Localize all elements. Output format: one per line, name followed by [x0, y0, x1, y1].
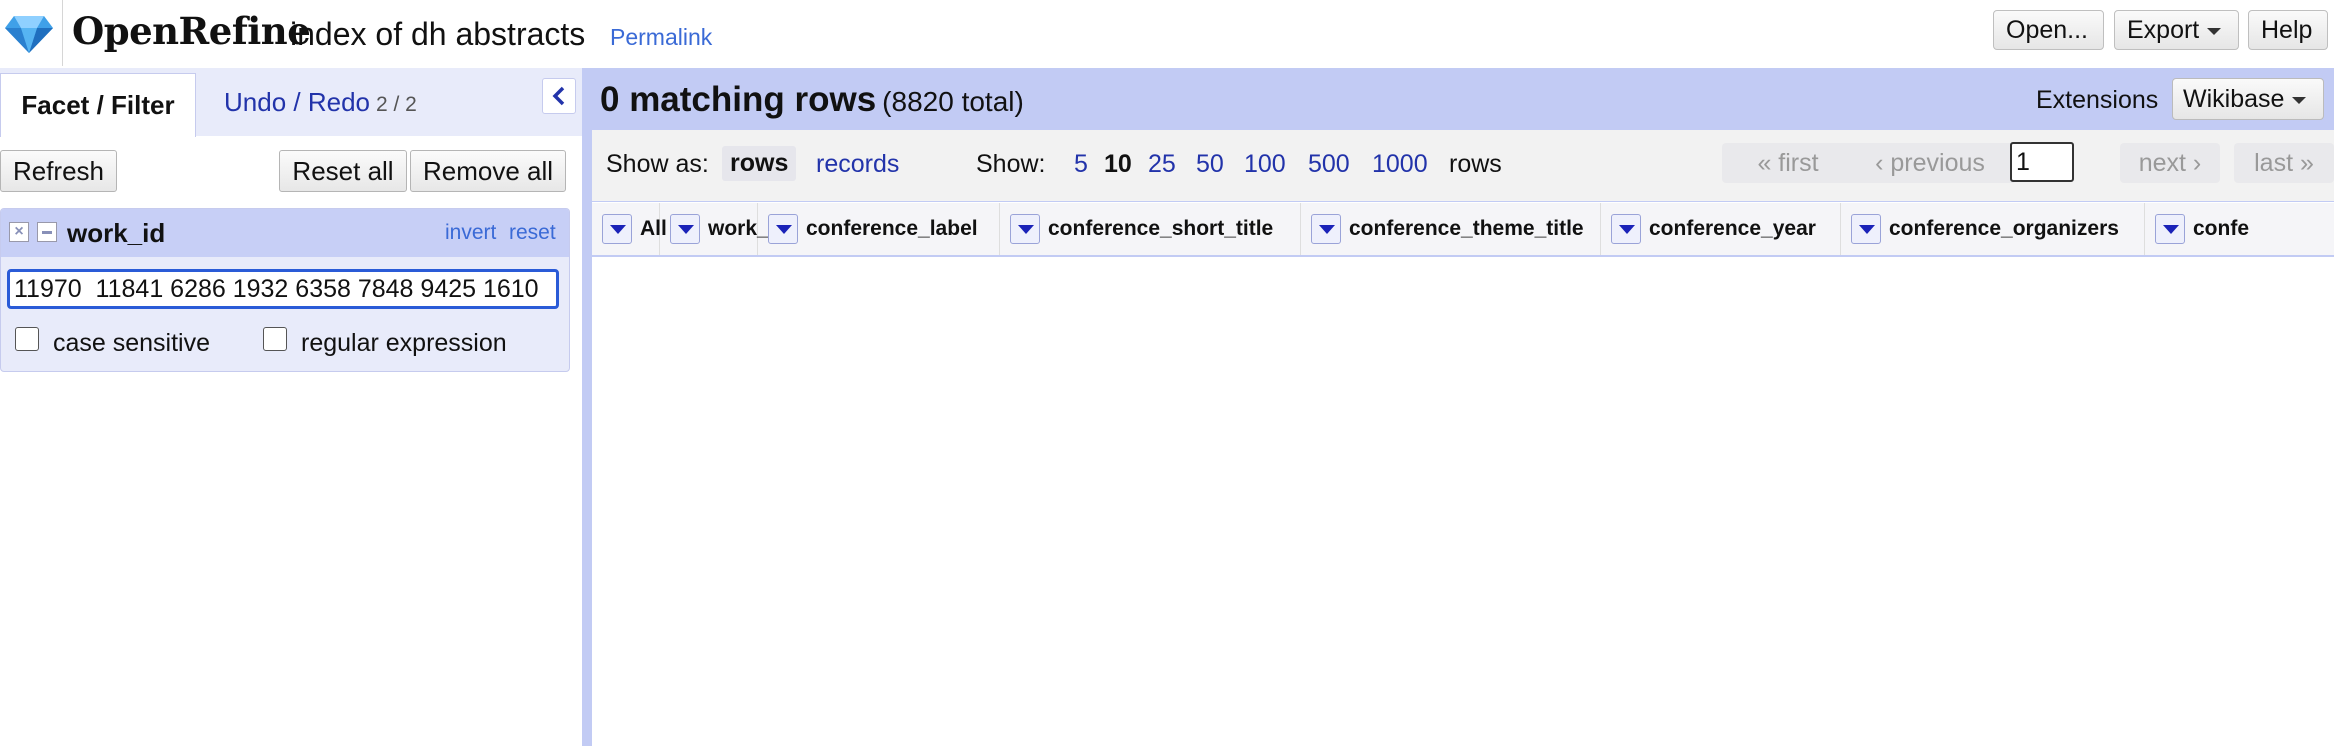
page-size-1000[interactable]: 1000	[1372, 150, 1428, 179]
column-header-conference-truncated[interactable]: confe	[2145, 203, 2334, 255]
column-menu-icon[interactable]	[1611, 214, 1641, 244]
chevron-down-icon	[2207, 28, 2222, 35]
matching-rows-text: 0 matching rows	[600, 80, 877, 119]
page-size-100[interactable]: 100	[1244, 150, 1286, 179]
column-header-all[interactable]: All	[592, 203, 667, 255]
page-size-25[interactable]: 25	[1148, 150, 1176, 179]
column-header-conference-short-title[interactable]: conference_short_title	[1000, 203, 1301, 255]
table-header-row: All work_id conference_label conference_…	[592, 203, 2334, 257]
data-view-panel: 0 matching rows (8820 total) Extensions W…	[582, 68, 2334, 746]
page-size-50[interactable]: 50	[1196, 150, 1224, 179]
column-menu-icon[interactable]	[2155, 214, 2185, 244]
page-size-5[interactable]: 5	[1074, 150, 1088, 179]
export-button[interactable]: Export	[2114, 10, 2239, 50]
column-label: confe	[2193, 217, 2250, 240]
column-header-conference-year[interactable]: conference_year	[1601, 203, 1841, 255]
column-label: conference_short_title	[1048, 217, 1274, 240]
column-label: conference_label	[806, 217, 978, 240]
column-menu-icon[interactable]	[1010, 214, 1040, 244]
column-menu-icon[interactable]	[602, 214, 632, 244]
reset-all-button-label: Reset all	[292, 155, 394, 186]
first-page-button[interactable]: « first	[1722, 143, 1854, 183]
refresh-button-label: Refresh	[12, 155, 105, 186]
facet-filter-input[interactable]	[7, 269, 559, 309]
tab-undo-redo-label: Undo / Redo	[224, 87, 370, 117]
column-header-work-id[interactable]: work_id	[660, 203, 787, 255]
facet-invert-link[interactable]: invert	[445, 221, 496, 245]
close-icon[interactable]: ×	[9, 222, 29, 242]
facet-reset-link[interactable]: reset	[509, 221, 556, 245]
collapse-panel-button[interactable]	[542, 78, 576, 114]
next-page-button[interactable]: next ›	[2120, 143, 2220, 183]
undo-redo-count: 2 / 2	[375, 93, 417, 116]
tab-undo-redo[interactable]: Undo / Redo 2 / 2	[224, 87, 417, 118]
page-number-value: 1	[2016, 147, 2030, 176]
column-header-conference-theme-title[interactable]: conference_theme_title	[1301, 203, 1601, 255]
logo-divider	[62, 0, 63, 66]
help-button-label: Help	[2261, 15, 2313, 44]
summary-bar: 0 matching rows (8820 total) Extensions W…	[592, 68, 2334, 130]
rows-mode-toggle[interactable]: rows	[722, 146, 797, 181]
column-menu-icon[interactable]	[1311, 214, 1341, 244]
refresh-button[interactable]: Refresh	[0, 150, 117, 192]
column-label: conference_year	[1649, 217, 1816, 240]
page-size-500[interactable]: 500	[1308, 150, 1350, 179]
page-size-10[interactable]: 10	[1104, 150, 1132, 179]
matching-rows-count: 0 matching rows (8820 total)	[600, 80, 1024, 120]
case-sensitive-label: case sensitive	[53, 329, 211, 357]
wikibase-menu-button[interactable]: Wikibase	[2172, 78, 2324, 120]
column-label: conference_organizers	[1889, 217, 2119, 240]
open-button-label: Open...	[2006, 15, 2088, 44]
column-header-conference-label[interactable]: conference_label	[758, 203, 1000, 255]
reset-all-button[interactable]: Reset all	[279, 150, 407, 192]
show-label: Show:	[976, 150, 1046, 178]
left-tabs-bar: Facet / Filter Undo / Redo 2 / 2	[0, 68, 582, 137]
text-filter-facet: × work_id invert reset case sensitive re…	[0, 208, 570, 372]
previous-page-label: ‹ previous	[1875, 148, 1985, 177]
remove-all-button-label: Remove all	[422, 155, 554, 186]
permalink-link[interactable]: Permalink	[610, 24, 712, 51]
extensions-label: Extensions	[2036, 86, 2159, 114]
column-header-conference-organizers[interactable]: conference_organizers	[1841, 203, 2145, 255]
column-menu-icon[interactable]	[670, 214, 700, 244]
first-page-label: « first	[1757, 148, 1819, 177]
tab-facet-filter[interactable]: Facet / Filter	[0, 73, 196, 137]
previous-page-button[interactable]: ‹ previous	[1844, 143, 2016, 183]
project-title[interactable]: index of dh abstracts	[290, 16, 585, 53]
show-as-label: Show as:	[606, 150, 709, 178]
minimize-icon[interactable]	[37, 222, 57, 242]
next-page-label: next ›	[2138, 148, 2202, 177]
column-menu-icon[interactable]	[768, 214, 798, 244]
diamond-logo-icon	[5, 16, 53, 53]
tab-facet-filter-label: Facet / Filter	[21, 90, 175, 120]
records-mode-link[interactable]: records	[816, 150, 899, 179]
facet-title: work_id	[67, 218, 166, 248]
column-menu-icon[interactable]	[1851, 214, 1881, 244]
left-panel: Facet / Filter Undo / Redo 2 / 2 Refresh …	[0, 68, 582, 746]
last-page-label: last »	[2254, 148, 2314, 177]
total-rows-count: (8820 total)	[882, 86, 1024, 117]
facet-header: × work_id invert reset	[1, 209, 569, 257]
view-controls-bar: Show as: rows records Show: 5 10 25 50 1…	[592, 130, 2334, 202]
remove-all-button[interactable]: Remove all	[410, 150, 566, 192]
data-view-content: 0 matching rows (8820 total) Extensions W…	[592, 68, 2334, 746]
case-sensitive-checkbox[interactable]	[15, 327, 39, 351]
wikibase-button-label: Wikibase	[2183, 84, 2285, 113]
chevron-left-icon	[552, 86, 565, 106]
help-button[interactable]: Help	[2248, 10, 2328, 50]
export-button-label: Export	[2127, 15, 2200, 44]
regular-expression-checkbox[interactable]	[263, 327, 287, 351]
open-button[interactable]: Open...	[1993, 10, 2104, 50]
app-header: OpenRefine index of dh abstracts Permali…	[0, 0, 2334, 68]
page-number-input[interactable]: 1	[2010, 142, 2074, 182]
last-page-button[interactable]: last »	[2234, 143, 2334, 183]
column-label: conference_theme_title	[1349, 217, 1584, 240]
regular-expression-label: regular expression	[301, 329, 507, 357]
app-name: OpenRefine	[72, 9, 311, 53]
rows-label: rows	[1449, 150, 1502, 178]
chevron-down-icon	[2292, 97, 2307, 104]
